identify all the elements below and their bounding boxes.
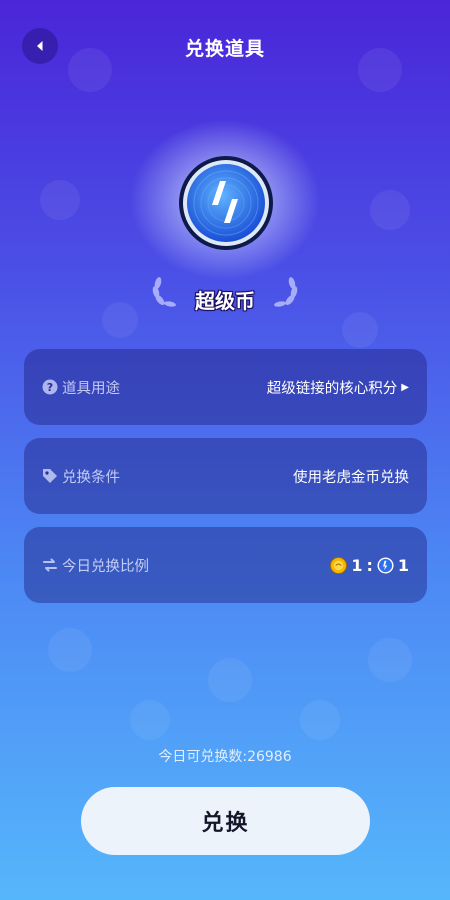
condition-label: 兑换条件	[62, 469, 120, 486]
condition-value: 使用老虎金币兑换	[293, 469, 409, 486]
svg-text:?: ?	[47, 381, 53, 394]
lightning-coin-icon	[179, 156, 273, 250]
lightning-coin-small-icon	[377, 556, 394, 574]
page-title: 兑换道具	[184, 38, 265, 60]
usage-value: 超级链接的核心积分	[266, 380, 398, 397]
usage-label: 道具用途	[62, 380, 120, 397]
ratio-left-value: 1	[351, 555, 363, 575]
ratio-label: 今日兑换比例	[62, 558, 149, 575]
swap-icon	[43, 558, 57, 572]
item-hero: 超级币	[0, 120, 450, 320]
item-name: 超级币	[195, 289, 255, 313]
usage-row[interactable]: ? 道具用途 超级链接的核心积分 ▶	[24, 349, 427, 425]
header-bar: 兑换道具	[0, 0, 450, 92]
ratio-row: 今日兑换比例 1 : 1	[24, 527, 427, 603]
tag-icon	[43, 469, 57, 483]
ratio-right-value: 1	[397, 555, 409, 575]
chevron-right-icon: ▶	[401, 381, 409, 393]
question-circle-icon: ?	[42, 379, 58, 395]
exchange-ratio: 1 : 1	[330, 556, 409, 575]
condition-row: 兑换条件 使用老虎金币兑换	[24, 438, 427, 514]
ratio-separator: :	[366, 555, 373, 575]
gold-coin-icon	[330, 556, 348, 574]
exchange-button[interactable]: 兑换	[81, 787, 370, 855]
daily-exchangeable-count: 今日可兑换数:26986	[158, 749, 292, 765]
